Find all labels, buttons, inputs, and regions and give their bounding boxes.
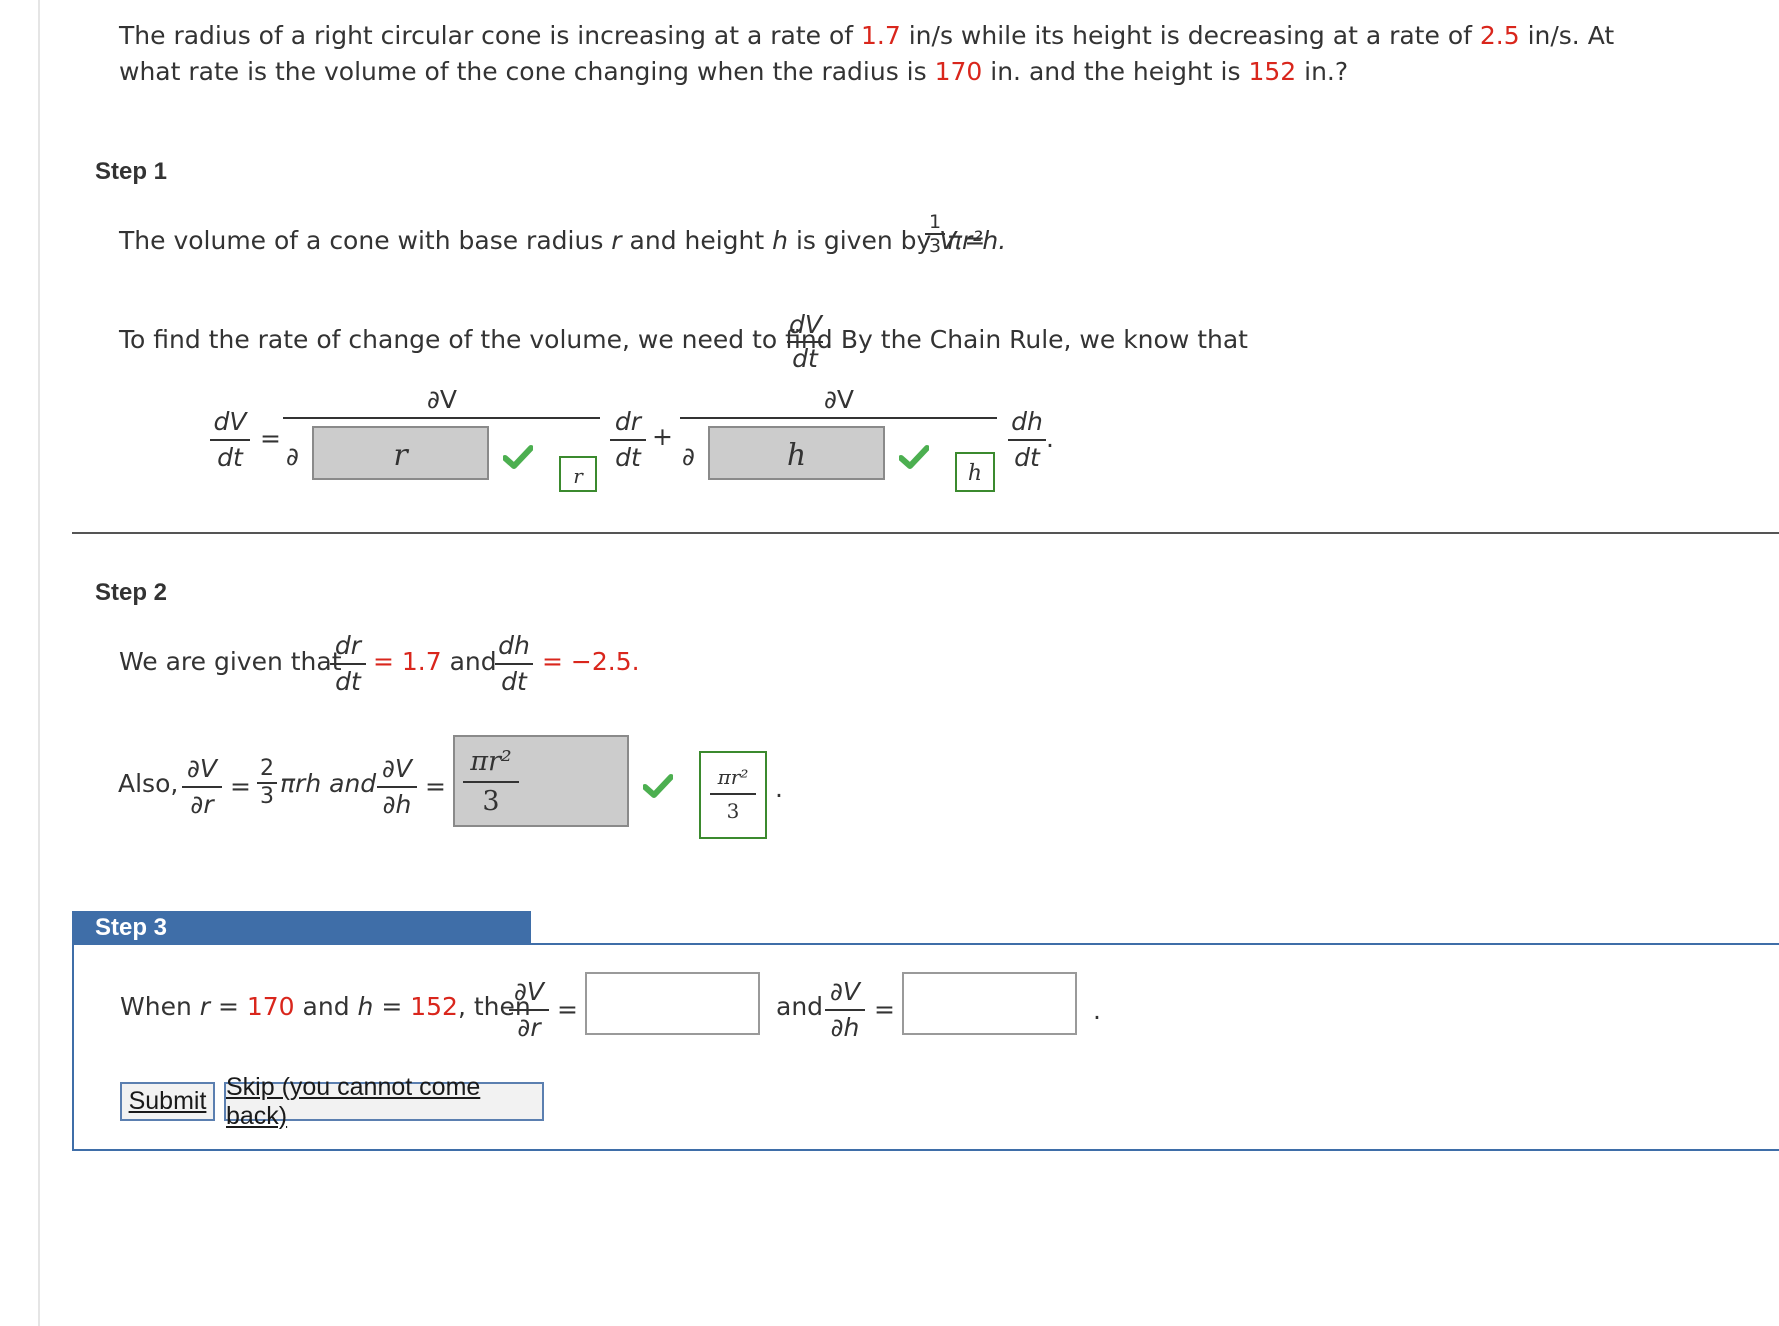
dV-dt-lhs: dV dt: [210, 405, 250, 475]
partial-h-answer-box[interactable]: h: [708, 426, 885, 480]
partial-symbol-1: ∂: [286, 442, 299, 471]
drdt-value: = 1.7 and: [373, 647, 497, 676]
one-third-fraction: 13: [925, 211, 945, 257]
dV-dr-fraction: ∂V ∂r: [182, 752, 222, 822]
feedback-box-h: h: [955, 452, 995, 492]
equals-sign: =: [230, 772, 251, 801]
step2-heading: Step 2: [95, 579, 168, 606]
feedback-box-dVdh: πr² 3: [699, 751, 767, 839]
period: .: [1093, 996, 1101, 1025]
dV-dt-fraction: dV dt: [787, 310, 823, 373]
and-label: and: [776, 992, 824, 1021]
dh-dt-given: dh dt: [495, 629, 533, 699]
pi-r2-h: πr²h.: [947, 226, 1007, 255]
equals-sign: =: [425, 772, 446, 801]
dr-dt-given: dr dt: [330, 629, 366, 699]
plus-sign: +: [652, 422, 673, 451]
feedback-box-r: r: [559, 456, 597, 492]
pi-r-h-and: πrh and: [280, 769, 377, 798]
period: .: [775, 774, 783, 803]
chain-rule-text: . By the Chain Rule, we know that: [825, 325, 1248, 354]
submit-button[interactable]: Submit: [120, 1082, 215, 1121]
rate-text: To find the rate of change of the volume…: [119, 325, 833, 354]
step1-heading: Step 1: [95, 158, 168, 185]
partial-V-numerator-2: ∂V: [824, 385, 855, 414]
step-divider: [72, 532, 1779, 534]
partial-V-numerator-1: ∂V: [427, 385, 458, 414]
dV-dr-input[interactable]: [585, 972, 760, 1035]
fraction-bar-2: [680, 417, 997, 419]
dV-dh-input[interactable]: [902, 972, 1077, 1035]
given-text: We are given that: [119, 647, 342, 676]
dV-dh-step3: ∂V ∂h: [825, 975, 865, 1045]
dh-dt-fraction: dh dt: [1008, 405, 1046, 475]
equals-sign: =: [557, 995, 578, 1024]
equals-sign: =: [260, 424, 281, 453]
partial-r-answer-box[interactable]: r: [312, 426, 489, 480]
equals-sign: =: [874, 995, 895, 1024]
dV-dr-step3: ∂V ∂r: [509, 975, 549, 1045]
step3-header-tab: Step 3: [72, 911, 531, 944]
dV-dh-answer-box[interactable]: πr² 3: [453, 735, 629, 827]
partial-symbol-2: ∂: [682, 442, 695, 471]
dV-dh-fraction: ∂V ∂h: [377, 752, 417, 822]
fraction-bar-1: [283, 417, 600, 419]
period: .: [1046, 424, 1054, 453]
left-margin-rule: [38, 0, 40, 1326]
volume-formula-text: The volume of a cone with base radius r …: [119, 226, 986, 255]
correct-check-icon: [503, 445, 533, 469]
question-text: The radius of a right circular cone is i…: [119, 21, 1615, 86]
dr-dt-fraction: dr dt: [610, 405, 646, 475]
step3-when-text: When r = 170 and h = 152, then: [120, 992, 531, 1021]
also-label: Also,: [118, 769, 179, 798]
dhdt-value: = −2.5.: [542, 647, 640, 676]
correct-check-icon: [643, 774, 673, 798]
correct-check-icon: [899, 445, 929, 469]
skip-button[interactable]: Skip (you cannot come back): [224, 1073, 544, 1130]
two-thirds-fraction: 23: [257, 756, 277, 810]
